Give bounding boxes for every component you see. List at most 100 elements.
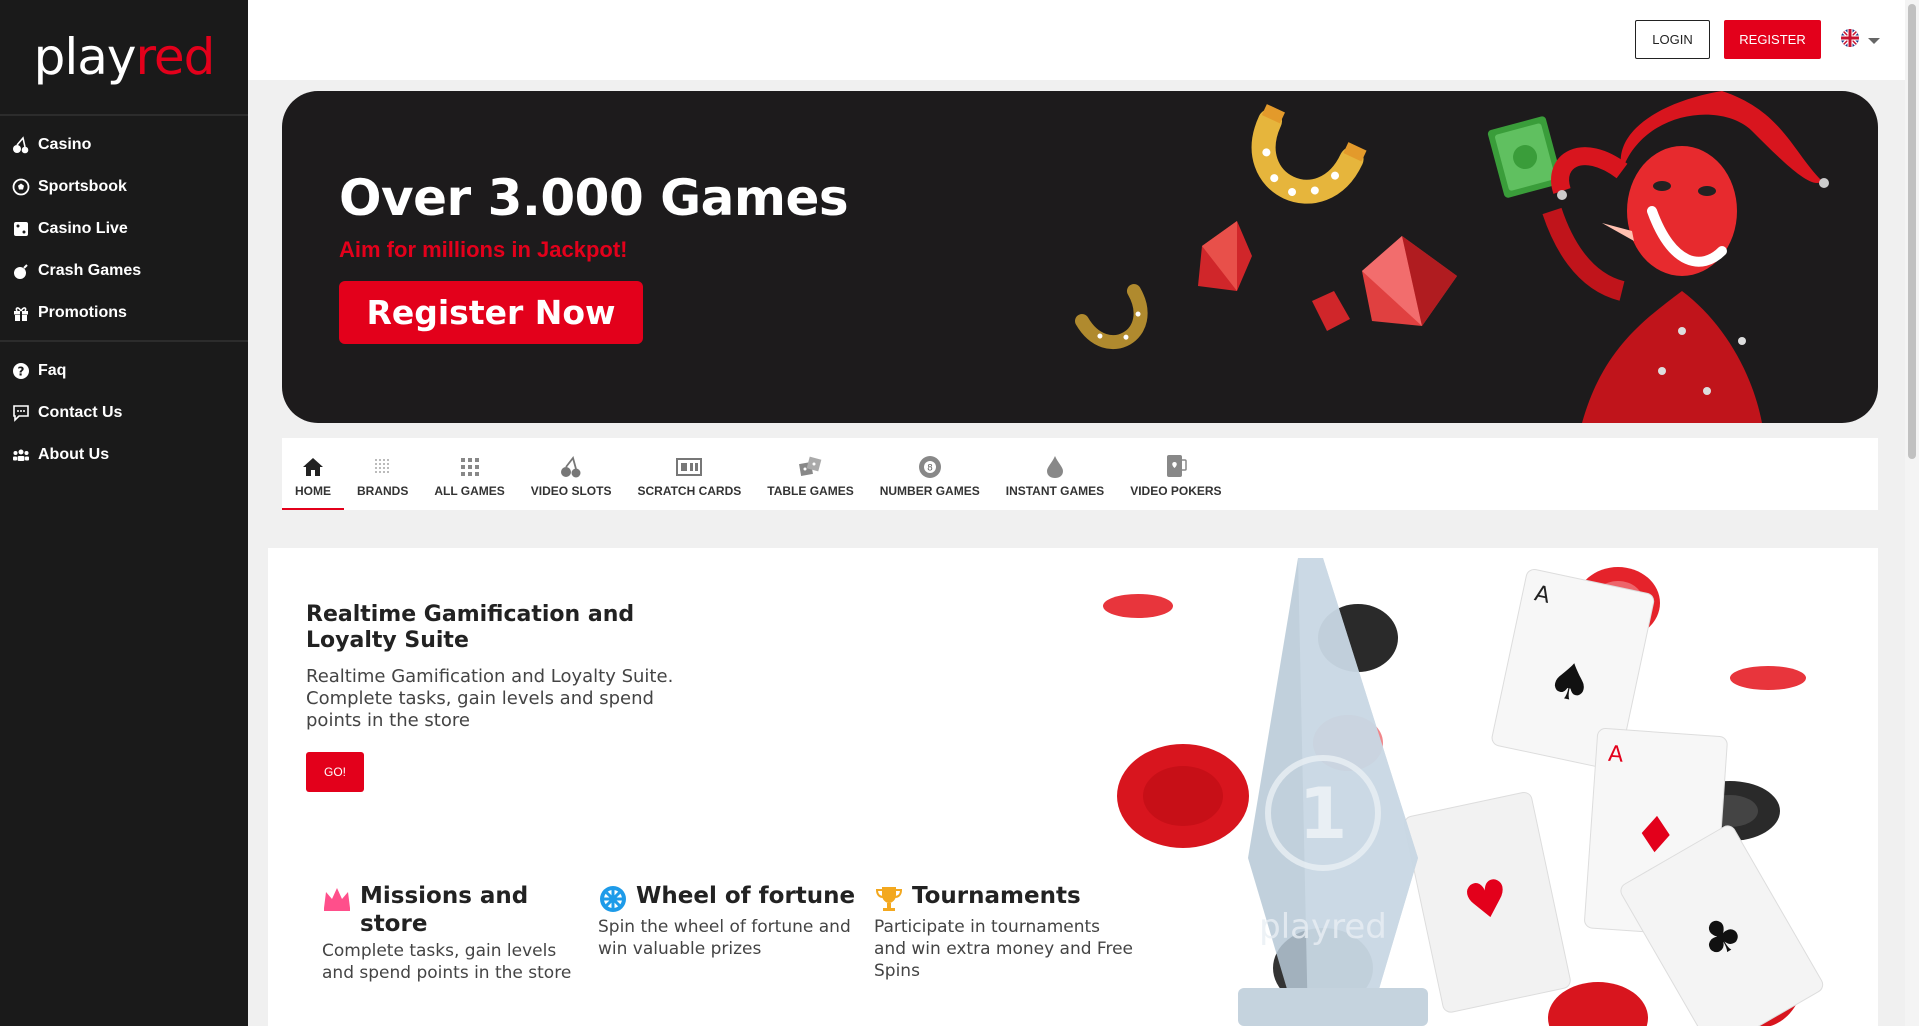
tab-label: TABLE GAMES [767, 484, 854, 498]
feature-missions: Missions and store Complete tasks, gain … [322, 882, 582, 984]
tab-label: VIDEO SLOTS [530, 484, 612, 498]
sidebar-item-label: Casino Live [38, 220, 128, 237]
cherries-icon [12, 136, 30, 154]
casino-trophy-illustration: A♠ A♦ ♥ ♣ 1 playred [1103, 558, 1824, 1026]
logo[interactable]: playred [0, 0, 248, 116]
sidebar-item-about-us[interactable]: About Us [0, 434, 248, 476]
sidebar-group-info: ? Faq Contact Us About Us [0, 342, 248, 482]
feature-description: Spin the wheel of fortune and win valuab… [598, 917, 851, 959]
horseshoe-icon [1075, 284, 1148, 349]
login-button[interactable]: LOGIN [1635, 20, 1710, 59]
loyalty-description: Realtime Gamification and Loyalty Suite.… [306, 666, 674, 731]
tab-label: HOME [295, 484, 331, 498]
poker-card-icon [1163, 454, 1189, 480]
logo-text-red: red [135, 28, 215, 86]
tab-label: SCRATCH CARDS [637, 484, 742, 498]
chat-icon [12, 404, 30, 422]
sidebar-item-casino[interactable]: Casino [0, 124, 248, 166]
playing-card-icon: ♥ [1403, 791, 1571, 1013]
tab-label: VIDEO POKERS [1130, 484, 1222, 498]
casino-chip-icon [1103, 594, 1173, 618]
cherries-icon [558, 454, 584, 480]
sidebar-item-label: About Us [38, 446, 110, 463]
uk-flag-icon [1840, 28, 1860, 53]
sidebar-item-sportsbook[interactable]: Sportsbook [0, 166, 248, 208]
language-selector[interactable] [1840, 28, 1880, 53]
svg-text:A: A [1607, 742, 1624, 768]
logo-text-play: play [33, 28, 137, 86]
tab-label: BRANDS [357, 484, 409, 498]
feature-title: Wheel of fortune [636, 883, 856, 909]
game-category-tabs: HOME BRANDS ALL GAMES VIDEO SLOTS SCRATC… [282, 438, 1878, 510]
horseshoe-icon [1251, 104, 1367, 204]
trophy-brand: playred [1259, 907, 1387, 947]
register-now-button[interactable]: Register Now [339, 281, 643, 344]
question-icon: ? [12, 362, 30, 380]
scrollbar-thumb[interactable] [1908, 4, 1916, 459]
users-icon [12, 446, 30, 464]
tab-all-games[interactable]: ALL GAMES [421, 438, 517, 510]
sidebar-item-casino-live[interactable]: Casino Live [0, 208, 248, 250]
sidebar-item-label: Casino [38, 136, 92, 153]
bomb-icon [12, 262, 30, 280]
trophy-icon [874, 884, 904, 914]
wheel-icon [598, 884, 628, 914]
tab-number-games[interactable]: 8 NUMBER GAMES [867, 438, 993, 510]
hero-title: Over 3.000 Games [339, 169, 849, 227]
sidebar-item-label: Faq [38, 362, 67, 379]
grid-icon [457, 454, 483, 480]
tab-scratch-cards[interactable]: SCRATCH CARDS [624, 438, 754, 510]
casino-chip-icon [1730, 666, 1806, 690]
tab-video-pokers[interactable]: VIDEO POKERS [1117, 438, 1234, 510]
svg-text:8: 8 [927, 464, 933, 474]
feature-wheel: Wheel of fortune Spin the wheel of fortu… [598, 882, 858, 960]
tab-label: INSTANT GAMES [1005, 484, 1105, 498]
sidebar-group-main: Casino Sportsbook Casino Live Crash Game… [0, 116, 248, 342]
soccer-ball-icon [12, 178, 30, 196]
sidebar-item-promotions[interactable]: Promotions [0, 292, 248, 334]
page-scrollbar[interactable] [1905, 0, 1919, 1026]
gem-icon [1198, 221, 1252, 291]
chevron-down-icon [1868, 37, 1880, 44]
scratch-card-icon [676, 454, 703, 480]
sidebar-item-crash-games[interactable]: Crash Games [0, 250, 248, 292]
feature-title: Tournaments [912, 883, 1081, 909]
top-bar: LOGIN REGISTER [248, 0, 1919, 80]
gift-icon [12, 304, 30, 322]
lottery-ball-icon: 8 [917, 454, 943, 480]
crystal-trophy-icon: 1 playred [1238, 558, 1428, 1026]
hero-illustration [1075, 91, 1829, 423]
hero-subtitle: Aim for millions in Jackpot! [339, 237, 628, 262]
tab-video-slots[interactable]: VIDEO SLOTS [518, 438, 625, 510]
gem-icon [1362, 236, 1457, 326]
sidebar-item-faq[interactable]: ? Faq [0, 350, 248, 392]
jester-icon [1542, 91, 1829, 423]
brands-icon [370, 454, 396, 480]
crown-icon [322, 884, 352, 914]
sidebar-item-contact-us[interactable]: Contact Us [0, 392, 248, 434]
dice-icon [12, 220, 30, 238]
sidebar-item-label: Sportsbook [38, 178, 127, 195]
register-button[interactable]: REGISTER [1724, 20, 1821, 59]
casino-chip-icon [1117, 744, 1249, 848]
tab-label: ALL GAMES [434, 484, 505, 498]
tab-instant-games[interactable]: INSTANT GAMES [993, 438, 1117, 510]
dice-icon [797, 454, 823, 480]
gem-icon [1312, 291, 1350, 331]
trophy-number: 1 [1299, 773, 1348, 855]
drop-icon [1042, 454, 1068, 480]
sidebar: playred Casino Sportsbook Casino Live Cr… [0, 0, 248, 1026]
loyalty-title: Realtime Gamification and Loyalty Suite [306, 602, 635, 653]
tab-home[interactable]: HOME [282, 438, 344, 510]
hero-banner: Over 3.000 Games Aim for millions in Jac… [282, 91, 1878, 423]
go-button[interactable]: GO! [306, 752, 364, 792]
feature-description: Complete tasks, gain levels and spend po… [322, 941, 572, 983]
tab-table-games[interactable]: TABLE GAMES [754, 438, 866, 510]
feature-title: Missions and store [360, 883, 529, 937]
svg-text:?: ? [18, 365, 25, 379]
home-icon [300, 454, 326, 480]
loyalty-section: Realtime Gamification and Loyalty Suite … [268, 548, 1878, 1026]
tab-label: NUMBER GAMES [879, 484, 980, 498]
tab-brands[interactable]: BRANDS [344, 438, 421, 510]
sidebar-item-label: Crash Games [38, 262, 142, 279]
